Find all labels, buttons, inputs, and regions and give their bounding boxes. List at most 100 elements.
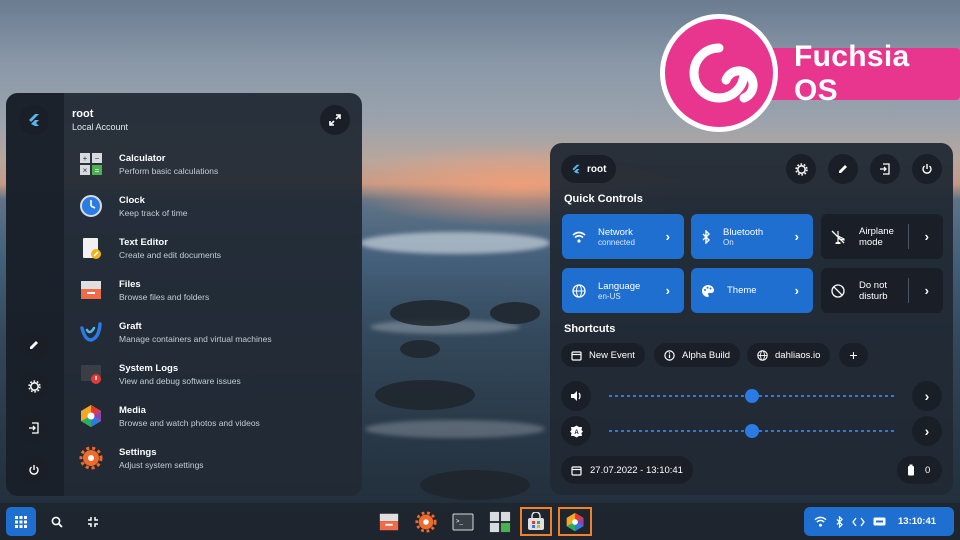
- logout-icon: [880, 163, 890, 175]
- wifi-icon: [572, 231, 586, 243]
- app-desc: View and debug software issues: [119, 375, 241, 386]
- graft-icon: [78, 319, 104, 345]
- app-launcher-button[interactable]: [6, 507, 36, 536]
- airplane-tile[interactable]: Airplane mode ›: [821, 214, 943, 259]
- clock-icon: [78, 193, 104, 219]
- edit-button[interactable]: [19, 330, 49, 360]
- pencil-icon: [839, 165, 847, 173]
- app-desc: Browse files and folders: [119, 291, 210, 302]
- alpha-build-shortcut[interactable]: Alpha Build: [654, 343, 741, 367]
- app-item-text-editor[interactable]: Text Editor Create and edit documents: [78, 230, 338, 266]
- volume-icon: [570, 391, 581, 401]
- dahliaos-label: dahliaos.io: [775, 349, 821, 361]
- app-name: Graft: [119, 320, 142, 332]
- rock: [490, 302, 540, 324]
- bluetooth-label: Bluetooth: [723, 226, 764, 238]
- wifi-icon: [814, 516, 827, 527]
- wave: [365, 420, 545, 438]
- logout-button[interactable]: [870, 154, 900, 184]
- svg-text:−: −: [95, 154, 100, 163]
- edit-button[interactable]: [828, 154, 858, 184]
- theme-tile[interactable]: Theme ›: [691, 268, 813, 313]
- brightness-button[interactable]: A: [561, 416, 591, 446]
- chevron-right-icon[interactable]: ›: [925, 229, 929, 244]
- dnd-label-line1: Do not: [859, 279, 887, 291]
- calculator-icon: + − × =: [78, 151, 104, 177]
- app-item-calculator[interactable]: + − × = Calculator Perform basic calculatio…: [78, 146, 338, 182]
- do-not-disturb-icon: [831, 283, 845, 298]
- chevron-right-icon[interactable]: ›: [925, 283, 929, 298]
- dahliaos-shortcut[interactable]: dahliaos.io: [747, 343, 831, 367]
- app-desc: Create and edit documents: [119, 249, 222, 260]
- battery-level: 0: [925, 464, 931, 476]
- overview-button[interactable]: [78, 507, 108, 536]
- user-chip[interactable]: root: [561, 155, 617, 183]
- taskbar-media[interactable]: [558, 507, 592, 536]
- datetime-chip[interactable]: 27.07.2022 - 13:10:41: [561, 456, 693, 484]
- language-tile[interactable]: Language en-US ›: [562, 268, 684, 313]
- settings-icon: [78, 445, 104, 471]
- shortcuts-title: Shortcuts: [564, 323, 616, 335]
- new-event-shortcut[interactable]: New Event: [561, 343, 645, 367]
- fuchsia-logo-icon: [660, 14, 778, 132]
- add-shortcut-button[interactable]: +: [839, 343, 868, 367]
- taskbar-files[interactable]: [374, 507, 404, 536]
- plus-icon: +: [849, 347, 858, 363]
- bluetooth-tile[interactable]: Bluetooth On ›: [691, 214, 813, 259]
- files-icon: [78, 277, 104, 303]
- rock: [400, 340, 440, 358]
- app-name: Calculator: [119, 152, 166, 164]
- search-button[interactable]: [42, 507, 72, 536]
- app-item-graft[interactable]: Graft Manage containers and virtual mach…: [78, 314, 338, 350]
- flutter-icon: [572, 164, 580, 174]
- taskbar-settings[interactable]: [411, 507, 441, 536]
- settings-button[interactable]: [786, 154, 816, 184]
- svg-text:×: ×: [83, 166, 88, 175]
- theme-label: Theme: [727, 285, 757, 296]
- power-button[interactable]: [19, 455, 49, 485]
- logout-icon: [29, 422, 39, 434]
- chevron-right-icon: ›: [665, 283, 670, 298]
- power-button[interactable]: [912, 154, 942, 184]
- app-item-settings[interactable]: Settings Adjust system settings: [78, 440, 338, 476]
- brightness-slider-knob[interactable]: [745, 424, 759, 438]
- volume-slider-knob[interactable]: [745, 389, 759, 403]
- app-item-media[interactable]: Media Browse and watch photos and videos: [78, 398, 338, 434]
- logout-button[interactable]: [19, 413, 49, 443]
- taskbar-store[interactable]: [520, 507, 552, 536]
- app-item-files[interactable]: Files Browse files and folders: [78, 272, 338, 308]
- svg-text:=: =: [95, 166, 100, 175]
- status-tray[interactable]: 13:10:41: [804, 507, 954, 536]
- quick-controls-title: Quick Controls: [564, 193, 643, 205]
- battery-chip[interactable]: 0: [897, 456, 942, 484]
- airplane-label-line2: mode: [859, 236, 883, 248]
- app-item-system-logs[interactable]: System Logs View and debug software issu…: [78, 356, 338, 392]
- app-desc: Manage containers and virtual machines: [119, 333, 272, 344]
- tile-separator: [908, 224, 909, 249]
- app-desc: Browse and watch photos and videos: [119, 417, 260, 428]
- taskbar-calculator[interactable]: [485, 507, 515, 536]
- volume-button[interactable]: [561, 381, 591, 411]
- user-avatar[interactable]: [19, 105, 49, 135]
- terminal-icon: >_: [452, 513, 474, 530]
- dnd-tile[interactable]: Do not disturb ›: [821, 268, 943, 313]
- palette-icon: [702, 284, 714, 297]
- chevron-right-icon: ›: [794, 283, 799, 298]
- app-item-clock[interactable]: Clock Keep track of time: [78, 188, 338, 224]
- network-tile[interactable]: Network connected ›: [562, 214, 684, 259]
- globe-icon: [757, 349, 768, 361]
- code-icon: [852, 517, 865, 526]
- settings-button[interactable]: [19, 371, 49, 401]
- overview-icon: [88, 516, 98, 527]
- chevron-right-icon: ›: [665, 229, 670, 244]
- launcher-user-subtitle: Local Account: [72, 122, 129, 132]
- gear-icon: [794, 162, 808, 176]
- brightness-slider[interactable]: [609, 423, 895, 439]
- volume-slider[interactable]: [609, 388, 895, 404]
- rock: [390, 300, 470, 326]
- svg-text:>_: >_: [456, 519, 464, 525]
- taskbar-terminal[interactable]: >_: [448, 507, 478, 536]
- volume-more-button[interactable]: ›: [912, 381, 942, 411]
- expand-button[interactable]: [320, 105, 350, 135]
- brightness-more-button[interactable]: ›: [912, 416, 942, 446]
